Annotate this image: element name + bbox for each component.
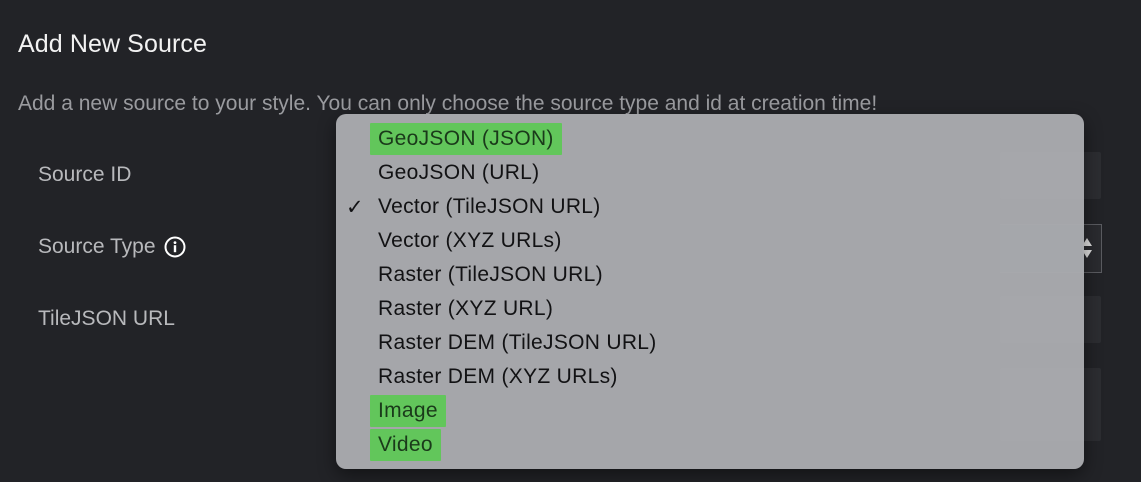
option-video[interactable]: Video [370,429,441,461]
option-raster-dem-xyz-urls[interactable]: Raster DEM (XYZ URLs) [370,361,626,393]
option-geojson-json[interactable]: GeoJSON (JSON) [370,123,562,155]
option-image[interactable]: Image [370,395,446,427]
option-raster-tilejson-url[interactable]: Raster (TileJSON URL) [370,259,611,291]
source-id-label: Source ID [38,163,131,187]
option-vector-tilejson-url[interactable]: Vector (TileJSON URL) [370,191,609,223]
source-type-label-text: Source Type [38,235,156,258]
source-type-label: Source Type [38,235,186,259]
option-raster-xyz-url[interactable]: Raster (XYZ URL) [370,293,561,325]
dialog-description: Add a new source to your style. You can … [18,92,878,115]
add-source-dialog: Add New Source Add a new source to your … [0,0,1141,482]
info-icon[interactable] [164,236,186,258]
option-geojson-url[interactable]: GeoJSON (URL) [370,157,547,189]
checkmark-icon: ✓ [346,196,364,219]
source-id-label-text: Source ID [38,163,132,186]
dialog-title: Add New Source [18,30,207,58]
option-vector-xyz-urls[interactable]: Vector (XYZ URLs) [370,225,570,257]
source-type-dropdown[interactable]: ✓ GeoJSON (JSON) GeoJSON (URL) Vector (T… [336,114,1084,469]
tilejson-url-label: TileJSON URL [38,307,175,331]
option-raster-dem-tilejson-url[interactable]: Raster DEM (TileJSON URL) [370,327,665,359]
tilejson-url-label-text: TileJSON URL [38,307,175,330]
